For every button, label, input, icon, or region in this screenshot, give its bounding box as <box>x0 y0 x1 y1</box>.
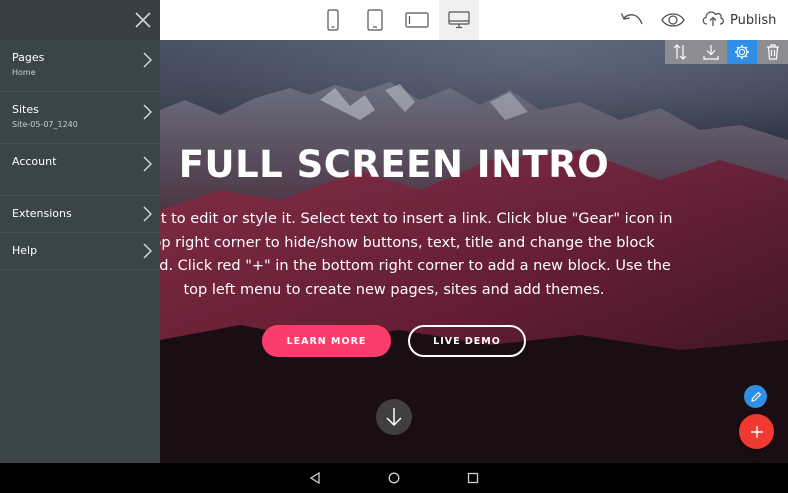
back-triangle-icon[interactable] <box>307 470 323 486</box>
home-circle-icon[interactable] <box>386 470 402 486</box>
publish-label: Publish <box>730 12 777 28</box>
chevron-right-icon <box>143 156 153 177</box>
pencil-icon[interactable] <box>744 385 767 408</box>
move-icon[interactable] <box>665 40 696 64</box>
tablet-icon[interactable] <box>355 0 395 40</box>
undo-icon[interactable] <box>618 8 646 32</box>
sidebar-menu: Pages Home Sites Site-05-07_1240 Account… <box>0 0 160 463</box>
plus-icon[interactable] <box>739 414 774 449</box>
sidebar-item-help[interactable]: Help <box>0 233 160 270</box>
chevron-right-icon <box>143 243 153 264</box>
chevron-right-icon <box>143 206 153 227</box>
hero-description[interactable]: ny text to edit or style it. Select text… <box>160 208 678 302</box>
sidebar-item-label: Sites <box>12 103 39 116</box>
sidebar-item-label: Extensions <box>12 207 72 220</box>
device-switcher <box>313 0 481 40</box>
arrow-down-icon[interactable] <box>376 399 412 435</box>
sidebar-item-sites[interactable]: Sites Site-05-07_1240 <box>0 92 160 144</box>
hero-title[interactable]: FULL SCREEN INTRO <box>160 143 628 186</box>
hero-text-line: ny text to edit or style it. Select text… <box>160 211 673 227</box>
cloud-upload-icon <box>701 9 725 32</box>
trash-icon[interactable] <box>757 40 788 64</box>
sidebar-header <box>0 0 160 40</box>
hero-text-line: e top right corner to hide/show buttons,… <box>160 234 655 251</box>
sidebar-item-pages[interactable]: Pages Home <box>0 40 160 92</box>
sidebar-item-label: Pages <box>12 51 45 64</box>
chevron-right-icon <box>143 104 153 125</box>
sidebar-item-sub: Site-05-07_1240 <box>12 120 78 129</box>
close-icon[interactable] <box>132 9 154 31</box>
gear-icon[interactable] <box>726 40 758 64</box>
hero-section: FULL SCREEN INTRO ny text to edit or sty… <box>160 40 788 463</box>
phone-icon[interactable] <box>313 0 353 40</box>
learn-more-button[interactable]: LEARN MORE <box>262 325 391 357</box>
top-toolbar: Publish <box>160 0 788 40</box>
publish-button[interactable]: Publish <box>701 8 776 32</box>
sidebar-item-account[interactable]: Account <box>0 144 160 196</box>
chevron-right-icon <box>143 52 153 73</box>
hero-text-line: ground. Click red "+" in the bottom righ… <box>160 258 671 274</box>
sidebar-item-extensions[interactable]: Extensions <box>0 196 160 233</box>
block-toolbar <box>665 40 788 64</box>
tablet-landscape-icon[interactable] <box>397 0 437 40</box>
live-demo-button[interactable]: LIVE DEMO <box>408 325 526 357</box>
eye-icon[interactable] <box>658 8 688 32</box>
android-nav-bar <box>0 463 788 493</box>
recents-square-icon[interactable] <box>465 470 481 486</box>
sidebar-item-label: Account <box>12 155 57 168</box>
download-icon[interactable] <box>696 40 727 64</box>
sidebar-item-label: Help <box>12 244 38 257</box>
hero-text-line: top left menu to create new pages, sites… <box>183 281 605 298</box>
sidebar-item-sub: Home <box>12 68 36 77</box>
desktop-icon[interactable] <box>439 0 479 40</box>
